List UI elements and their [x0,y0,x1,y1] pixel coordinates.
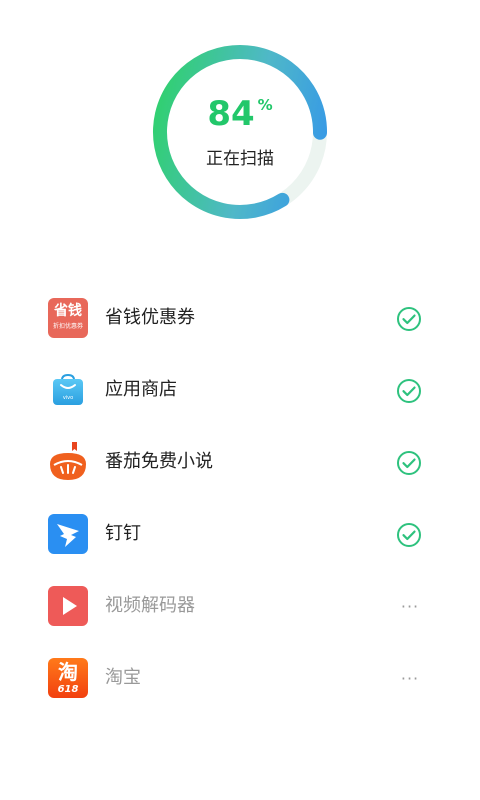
list-item: 省钱 折扣优惠券 省钱优惠券 [0,282,480,354]
app-name: 番茄免费小说 [105,451,213,472]
app-name: 应用商店 [105,379,177,400]
more-dots-icon: ··· [400,669,420,688]
list-item: vivo 应用商店 [0,354,480,426]
list-item: 淘 618 淘宝 ··· [0,642,480,714]
dingtalk-icon [48,514,88,554]
coupon-app-icon: 省钱 折扣优惠券 [48,298,88,338]
app-store-icon-text: vivo [62,395,74,401]
list-item: 钉钉 [0,498,480,570]
scan-status-text: 正在扫描 [206,149,274,169]
progress-unit: % [257,96,273,114]
scan-progress-gauge: 84% 正在扫描 [150,42,330,222]
coupon-icon-subtext: 折扣优惠券 [52,323,83,330]
gauge-center: 84% 正在扫描 [150,42,330,222]
list-item: 番茄免费小说 [0,426,480,498]
check-circle-icon [396,306,422,332]
taobao-icon-text: 淘 [58,660,78,684]
progress-value: 84 [207,94,255,134]
progress-percent: 84% [150,92,330,136]
more-dots-icon: ··· [400,597,420,616]
check-circle-icon [396,450,422,476]
taobao-icon-subtext: 618 [57,684,79,695]
taobao-icon: 淘 618 [48,658,88,698]
app-store-icon: vivo [48,370,88,410]
video-decoder-icon [48,586,88,626]
app-name: 省钱优惠券 [105,307,195,328]
tomato-novel-icon [48,442,88,482]
coupon-icon-text: 省钱 [54,303,82,319]
check-circle-icon [396,522,422,548]
app-name: 钉钉 [105,523,141,544]
list-item: 视频解码器 ··· [0,570,480,642]
check-circle-icon [396,378,422,404]
app-name: 视频解码器 [105,595,195,616]
app-scan-list: 省钱 折扣优惠券 省钱优惠券 vivo 应用商店 番茄免费小说 钉钉 视频解码器… [0,282,480,714]
app-name: 淘宝 [105,667,141,688]
